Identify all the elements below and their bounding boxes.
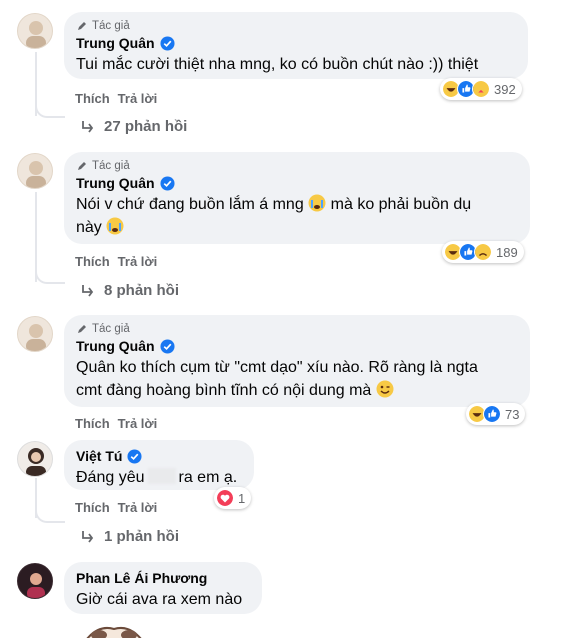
crying-face-icon (308, 194, 326, 212)
reply-button[interactable]: Trả lời (118, 416, 158, 431)
care-icon (472, 80, 490, 98)
comment-text-part: Quân ko thích cụm từ "cmt dạo" xíu nào. … (76, 359, 478, 376)
author-tag-label: Tác giả (92, 160, 130, 172)
comment-text: Giờ cái ava ra xem nào (76, 591, 243, 608)
reaction-count: 73 (505, 406, 520, 422)
thread-curve (35, 266, 65, 284)
comment-bubble: Tác giả Trung Quân Nói v chứ đang buồn l… (64, 152, 530, 244)
comment-text: Tui mắc cười thiệt nha mng, ko có buồn c… (76, 56, 479, 73)
thread-curve (35, 100, 65, 118)
like-button[interactable]: Thích (75, 254, 110, 269)
commenter-name[interactable]: Trung Quân (76, 35, 155, 51)
reply-arrow-icon (82, 120, 94, 133)
reply-arrow-icon (82, 530, 94, 543)
wink-face-icon (376, 380, 394, 398)
attached-image-partial[interactable] (74, 621, 154, 638)
author-badge: Tác giả (76, 20, 516, 32)
avatar[interactable] (17, 153, 53, 189)
comment-bubble: Tác giả Trung Quân Quân ko thích cụm từ … (64, 315, 530, 407)
pencil-icon (78, 325, 86, 333)
comment-bubble: Phan Lê Ái Phương Giờ cái ava ra xem nào (64, 562, 262, 614)
view-replies-link[interactable]: 1 phản hồi (104, 528, 179, 545)
sad-icon (474, 243, 492, 261)
like-button[interactable]: Thích (75, 416, 110, 431)
comment-text-part: này (76, 219, 102, 236)
pencil-icon (78, 22, 86, 30)
verified-badge-icon (160, 175, 175, 191)
like-button[interactable]: Thích (75, 91, 110, 106)
commenter-name[interactable]: Phan Lê Ái Phương (76, 570, 207, 586)
reply-button[interactable]: Trả lời (118, 500, 158, 515)
reactions-summary[interactable]: 73 (466, 403, 526, 425)
verified-badge-icon (127, 448, 142, 464)
avatar[interactable] (17, 316, 53, 352)
view-replies-link[interactable]: 8 phản hồi (104, 282, 179, 299)
comment-text-part: cmt đàng hoàng bình tĩnh có nội dung mà (76, 382, 372, 399)
comment-bubble: Tác giả Trung Quân Tui mắc cười thiệt nh… (64, 12, 528, 79)
like-button[interactable]: Thích (75, 500, 110, 515)
reaction-count: 392 (494, 81, 516, 97)
view-replies-link[interactable]: 27 phản hồi (104, 118, 187, 135)
avatar[interactable] (17, 563, 53, 599)
reactions-summary[interactable]: 392 (440, 78, 522, 100)
like-icon (483, 405, 501, 423)
reaction-count: 189 (496, 244, 518, 260)
author-badge: Tác giả (76, 160, 518, 172)
commenter-name[interactable]: Trung Quân (76, 338, 155, 354)
redacted-text (147, 468, 176, 484)
reply-button[interactable]: Trả lời (118, 254, 158, 269)
verified-badge-icon (160, 338, 175, 354)
author-badge: Tác giả (76, 323, 518, 335)
crying-face-icon (106, 217, 124, 235)
comment-text: Nói v chứ đang buồn lắm á mng mà ko phải… (76, 193, 518, 239)
comment-text-part: Nói v chứ đang buồn lắm á mng (76, 196, 304, 213)
reply-button[interactable]: Trả lời (118, 91, 158, 106)
commenter-name[interactable]: Trung Quân (76, 175, 155, 191)
comment-text-part: ra em ạ. (178, 469, 238, 486)
author-tag-label: Tác giả (92, 323, 130, 335)
commenter-name[interactable]: Việt Tú (76, 448, 122, 464)
thread-curve (35, 505, 65, 523)
reactions-summary[interactable]: 1 (214, 487, 252, 509)
love-icon (216, 489, 234, 507)
comment-bubble: Việt Tú Đáng yêu ra em ạ. (64, 440, 254, 490)
comment-text-part: Đáng yêu (76, 469, 145, 486)
comment-text: Quân ko thích cụm từ "cmt dạo" xíu nào. … (76, 356, 518, 402)
verified-badge-icon (160, 35, 175, 51)
reaction-count: 1 (238, 490, 246, 506)
comment-text: Đáng yêu ra em ạ. (76, 466, 242, 489)
reply-arrow-icon (82, 284, 94, 297)
comment-text-part: mà ko phải buồn dụ (330, 196, 472, 213)
author-tag-label: Tác giả (92, 20, 130, 32)
reactions-summary[interactable]: 189 (442, 241, 524, 263)
avatar[interactable] (17, 13, 53, 49)
avatar[interactable] (17, 441, 53, 477)
pencil-icon (78, 162, 86, 170)
